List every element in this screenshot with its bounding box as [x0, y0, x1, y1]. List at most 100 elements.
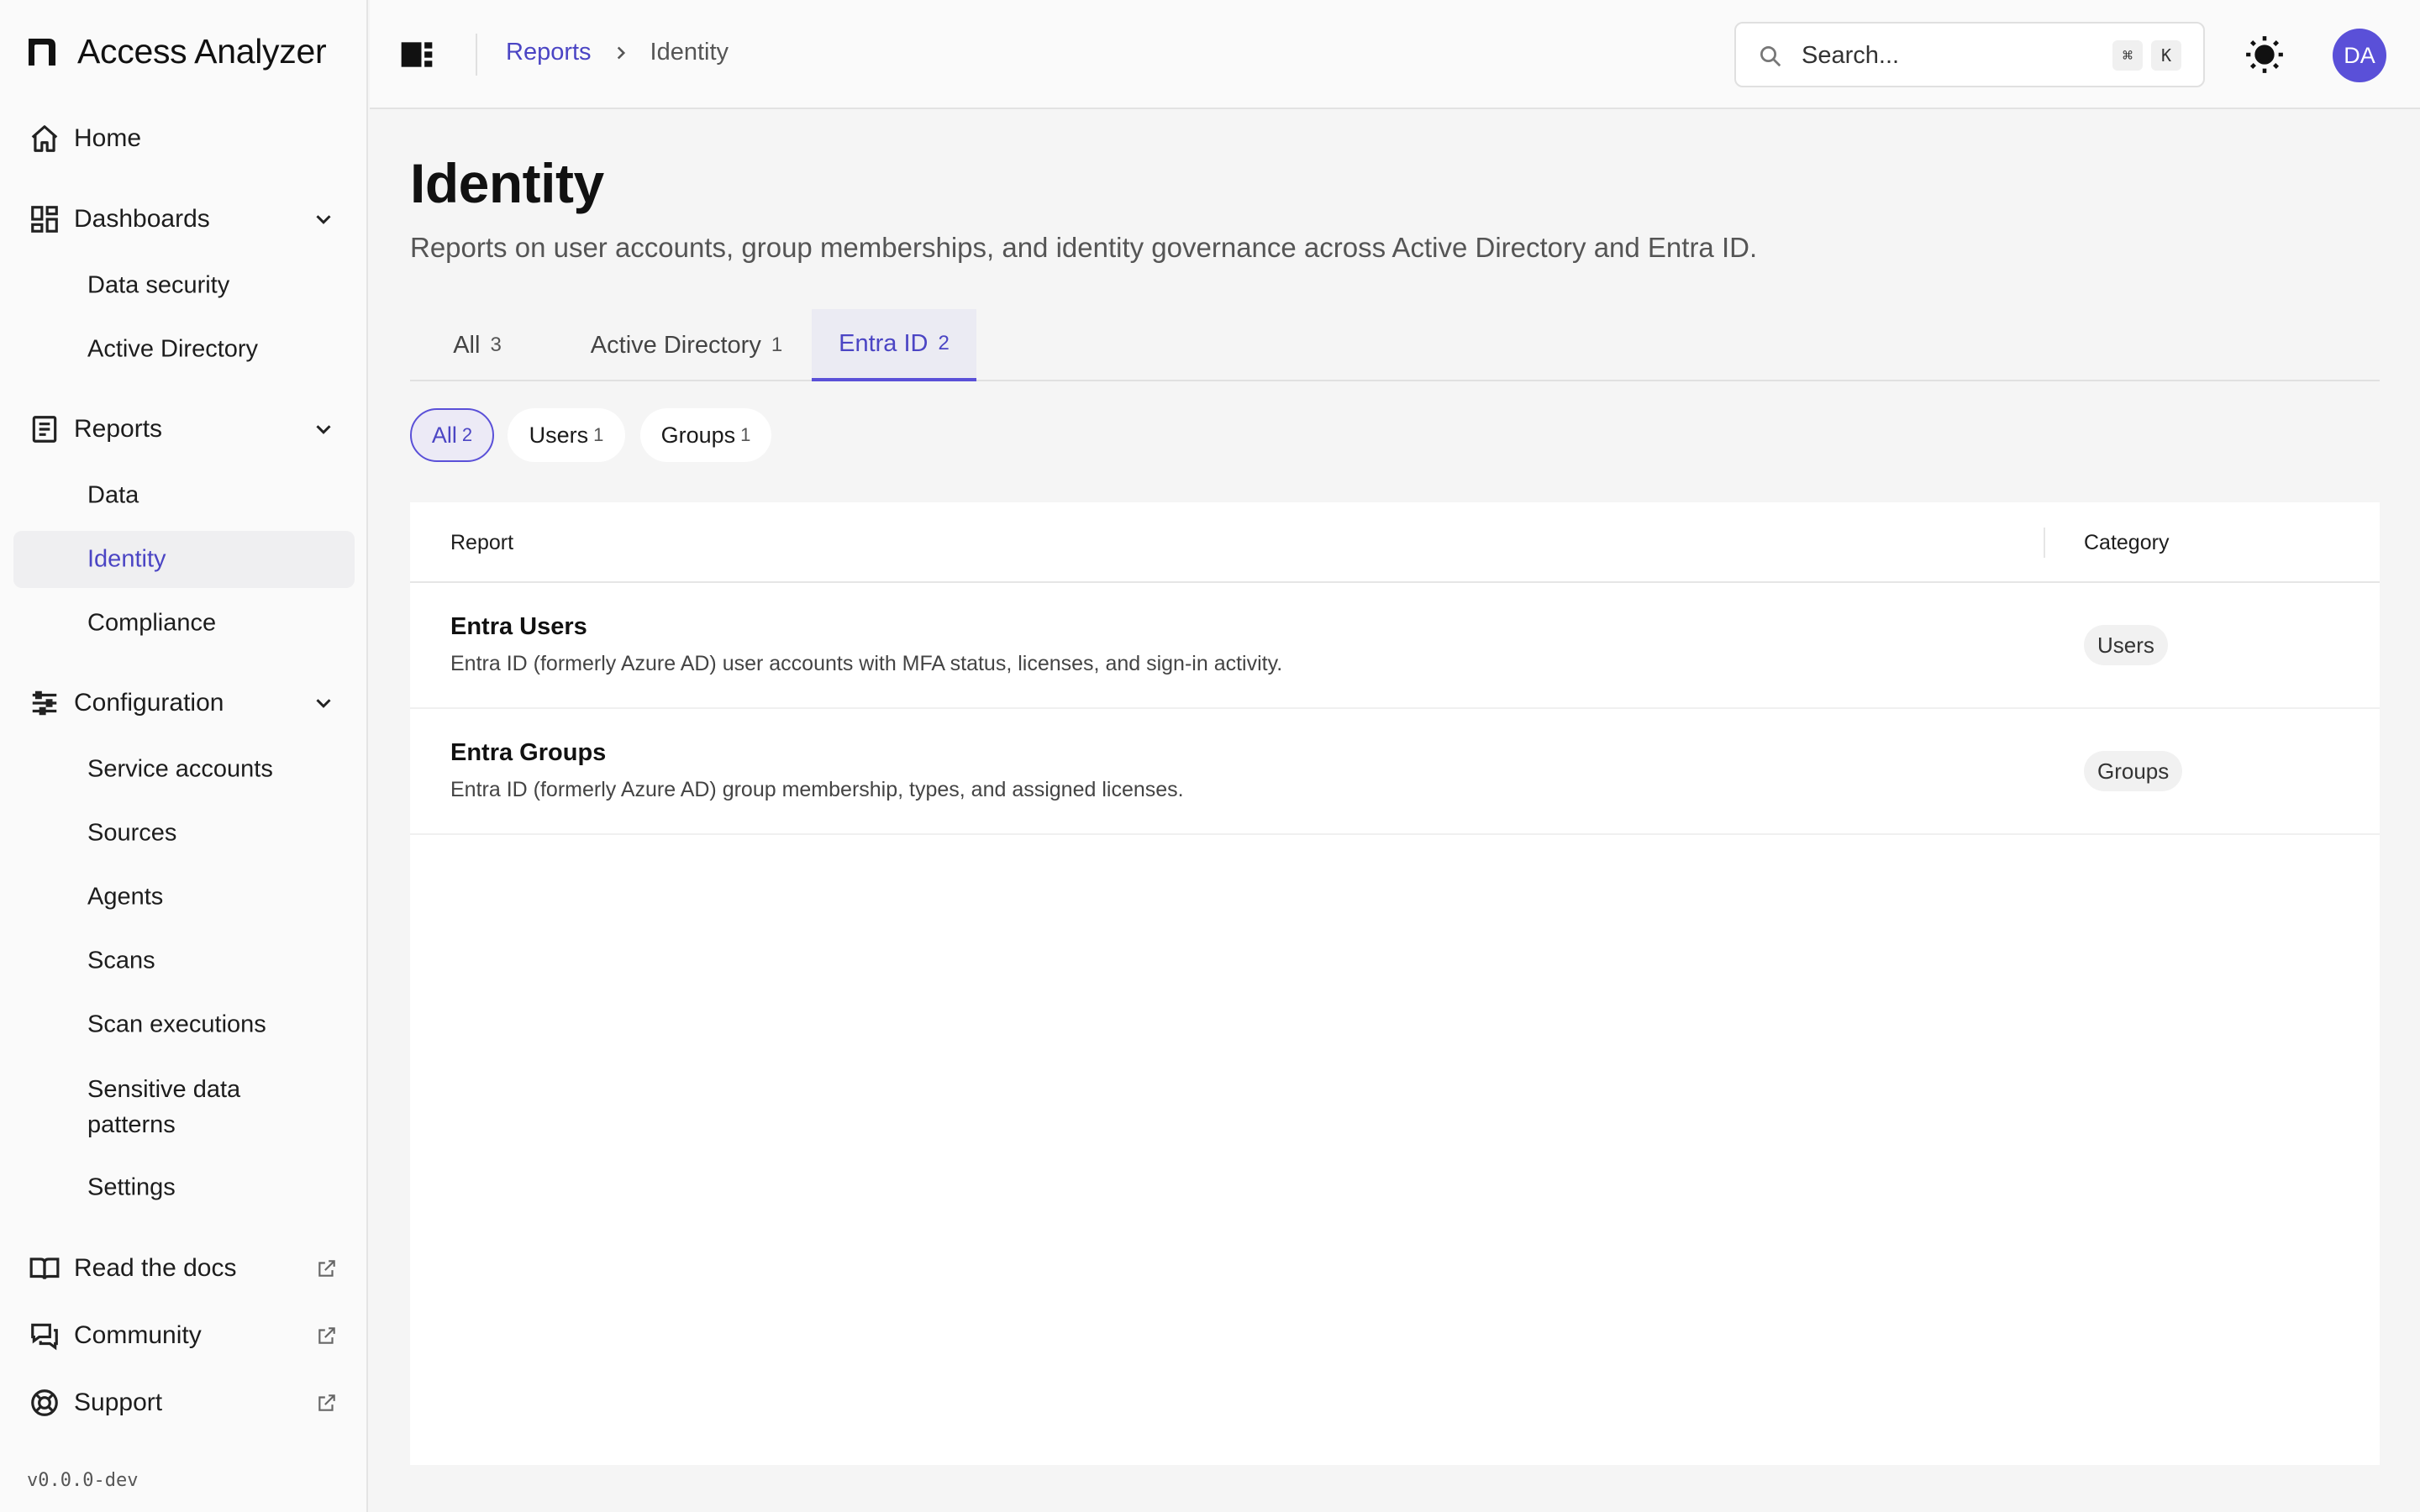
tab-active-directory[interactable]: Active Directory 1: [583, 309, 790, 381]
breadcrumb-identity: Identity: [650, 39, 729, 66]
nav-settings-label: Settings: [87, 1173, 176, 1201]
search-input[interactable]: Search... ⌘ K: [1734, 22, 2205, 87]
nav-agents[interactable]: Agents: [13, 869, 355, 926]
nav-scan-executions[interactable]: Scan executions: [13, 996, 355, 1053]
filter-groups-count: 1: [740, 424, 751, 445]
nav-reports[interactable]: Reports: [13, 401, 355, 458]
nav-sensitive-data-patterns-label: Sensitive data patterns: [87, 1076, 241, 1138]
sliders-icon: [29, 687, 60, 719]
tab-active-directory-count: 1: [771, 333, 783, 356]
category-badge: Groups: [2084, 751, 2183, 791]
page-title: Identity: [410, 152, 604, 214]
chevron-down-icon[interactable]: [311, 417, 336, 442]
shortcut-cmd-key: ⌘: [2112, 40, 2143, 71]
nav-sensitive-data-patterns[interactable]: Sensitive data patterns: [13, 1068, 355, 1146]
chevron-down-icon[interactable]: [311, 207, 336, 232]
category-badge: Users: [2084, 625, 2168, 665]
table-header: Report Category: [410, 502, 2380, 583]
filter-groups-label: Groups: [660, 422, 736, 448]
nav-scans-label: Scans: [87, 947, 155, 974]
report-description: Entra ID (formerly Azure AD) group membe…: [450, 778, 1184, 801]
column-report[interactable]: Report: [450, 531, 513, 555]
nav-support-label: Support: [74, 1389, 163, 1416]
chat-icon: [29, 1320, 60, 1352]
table-row[interactable]: Entra Users Entra ID (formerly Azure AD)…: [410, 583, 2380, 709]
nav-configuration-label: Configuration: [74, 689, 224, 717]
filter-all-count: 2: [461, 424, 473, 445]
nav-read-the-docs[interactable]: Read the docs: [13, 1240, 355, 1297]
chevron-down-icon[interactable]: [311, 690, 336, 716]
filter-users[interactable]: Users 1: [508, 408, 625, 462]
nav-service-accounts[interactable]: Service accounts: [13, 741, 355, 798]
nav-compliance-label: Compliance: [87, 609, 217, 637]
nav-service-accounts-label: Service accounts: [87, 755, 273, 783]
tab-bar: All 3 Active Directory 1 Entra ID 2: [410, 309, 2380, 381]
external-link-icon: [316, 1325, 338, 1347]
external-link-icon: [316, 1392, 338, 1414]
nav-compliance[interactable]: Compliance: [13, 595, 355, 652]
tab-all[interactable]: All 3: [435, 309, 519, 381]
nav-data-label: Data: [87, 481, 139, 509]
nav-home[interactable]: Home: [13, 110, 355, 167]
breadcrumb-reports[interactable]: Reports: [506, 39, 592, 66]
top-header: Reports Identity Search... ⌘ K DA: [370, 0, 2420, 109]
logo-icon: [25, 35, 59, 69]
nav-identity-label: Identity: [87, 545, 166, 573]
nav-sources-label: Sources: [87, 819, 177, 847]
tab-active-directory-label: Active Directory: [590, 331, 761, 359]
nav-support[interactable]: Support: [13, 1374, 355, 1431]
nav-scans[interactable]: Scans: [13, 932, 355, 990]
nav-configuration[interactable]: Configuration: [13, 675, 355, 732]
tab-entra-id-label: Entra ID: [839, 329, 929, 357]
nav-active-directory[interactable]: Active Directory: [13, 321, 355, 378]
report-title[interactable]: Entra Groups: [450, 739, 606, 767]
book-icon: [29, 1252, 60, 1284]
tab-entra-id[interactable]: Entra ID 2: [812, 309, 976, 381]
nav-data-security-label: Data security: [87, 271, 230, 299]
sidebar: Access Analyzer Home Dashboards Data sec…: [0, 0, 368, 1512]
nav-community[interactable]: Community: [13, 1307, 355, 1364]
brand[interactable]: Access Analyzer: [25, 32, 327, 71]
sidebar-toggle-icon[interactable]: [398, 36, 435, 73]
column-divider[interactable]: [2044, 528, 2045, 558]
dashboard-icon: [29, 203, 60, 235]
tab-all-count: 3: [490, 333, 502, 356]
nav-data[interactable]: Data: [13, 467, 355, 524]
search-placeholder: Search...: [1802, 42, 1900, 69]
filter-users-label: Users: [529, 422, 589, 448]
lifebuoy-icon: [29, 1387, 60, 1419]
report-description: Entra ID (formerly Azure AD) user accoun…: [450, 652, 1283, 675]
report-icon: [29, 413, 60, 445]
report-title[interactable]: Entra Users: [450, 613, 587, 641]
filter-users-count: 1: [593, 424, 604, 445]
table-row[interactable]: Entra Groups Entra ID (formerly Azure AD…: [410, 709, 2380, 835]
header-divider: [476, 34, 477, 76]
app-version: v0.0.0-dev: [27, 1470, 139, 1491]
nav-scan-executions-label: Scan executions: [87, 1011, 266, 1038]
nav-settings[interactable]: Settings: [13, 1159, 355, 1216]
nav-active-directory-label: Active Directory: [87, 335, 259, 363]
column-category[interactable]: Category: [2084, 531, 2169, 555]
nav-data-security[interactable]: Data security: [13, 257, 355, 314]
app-name: Access Analyzer: [77, 32, 327, 71]
external-link-icon: [316, 1257, 338, 1279]
search-icon: [1758, 44, 1783, 69]
page-description: Reports on user accounts, group membersh…: [410, 232, 1758, 263]
home-icon: [29, 123, 60, 155]
filter-groups[interactable]: Groups 1: [640, 408, 771, 462]
tab-entra-id-count: 2: [938, 332, 950, 354]
filter-all[interactable]: All 2: [410, 408, 494, 462]
nav-sources[interactable]: Sources: [13, 805, 355, 862]
nav-agents-label: Agents: [87, 883, 164, 911]
nav-dashboards[interactable]: Dashboards: [13, 191, 355, 248]
tab-all-label: All: [453, 331, 481, 359]
shortcut-k-key: K: [2151, 40, 2181, 71]
nav-identity[interactable]: Identity: [13, 531, 355, 588]
nav-home-label: Home: [74, 124, 142, 152]
reports-table: Report Category Entra Users Entra ID (fo…: [410, 502, 2380, 1465]
sun-icon[interactable]: [2244, 34, 2286, 76]
nav-read-the-docs-label: Read the docs: [74, 1254, 237, 1282]
avatar[interactable]: DA: [2333, 29, 2386, 82]
nav-dashboards-label: Dashboards: [74, 205, 210, 233]
filter-all-label: All: [431, 422, 457, 448]
